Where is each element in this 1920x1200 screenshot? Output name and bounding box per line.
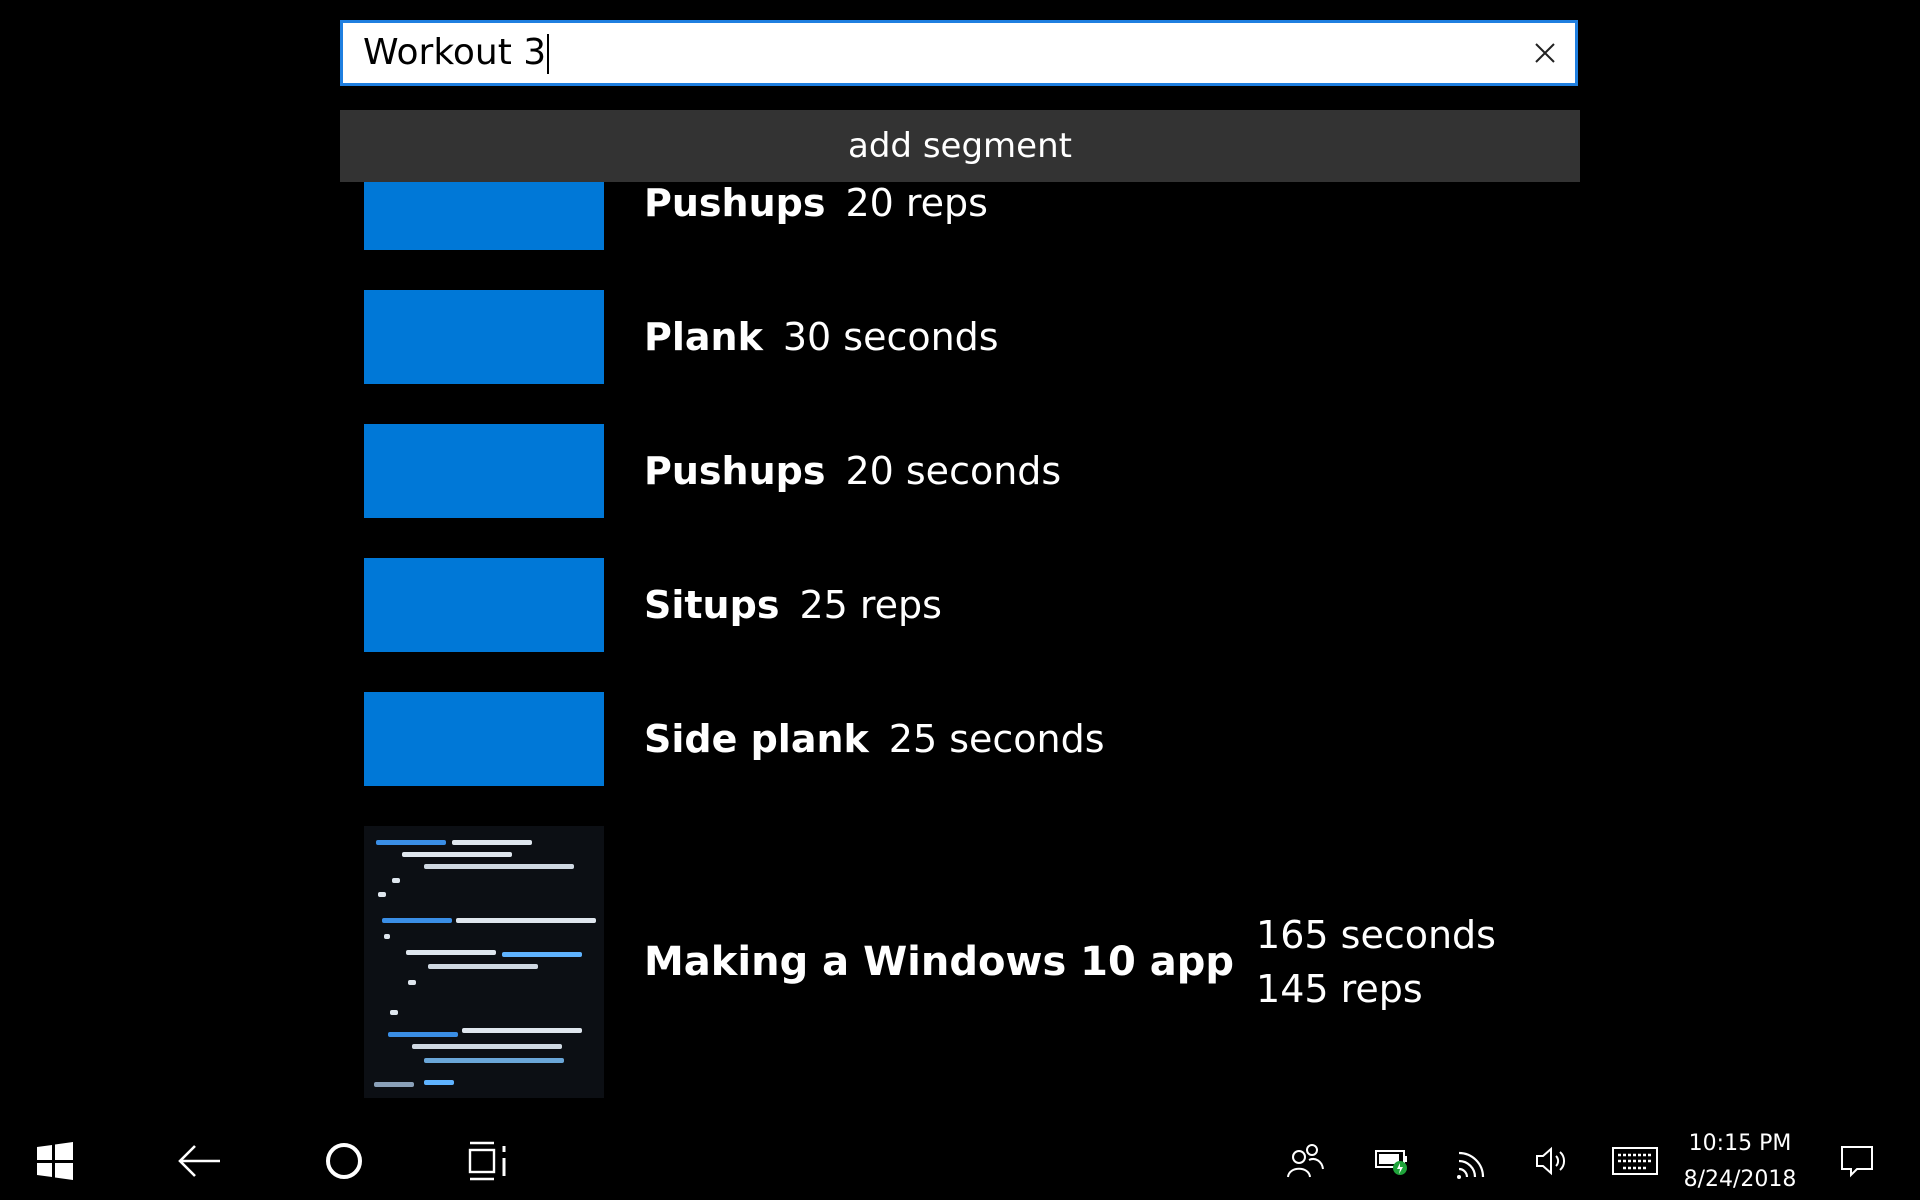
cortana-icon [326, 1143, 362, 1179]
segment-list[interactable]: Pushups 20 reps Plank 30 seconds Pushups 20… [0, 182, 1920, 1122]
segment-name: Pushups [644, 449, 826, 493]
segment-thumbnail [364, 558, 604, 652]
volume-button[interactable] [1518, 1122, 1588, 1200]
segment-thumbnail [364, 290, 604, 384]
wifi-button[interactable] [1440, 1122, 1510, 1200]
close-icon [1535, 43, 1555, 63]
code-photo-thumbnail [364, 826, 604, 1098]
segment-text: Pushups 20 seconds [644, 449, 1061, 493]
list-item[interactable]: Situps 25 reps [364, 558, 942, 652]
cortana-button[interactable] [309, 1122, 379, 1200]
taskbar: 10:15 PM 8/24/2018 [0, 1122, 1920, 1200]
windows-start-icon [37, 1142, 73, 1180]
segment-thumbnail [364, 424, 604, 518]
clock-date: 8/24/2018 [1683, 1167, 1797, 1192]
back-arrow-icon [178, 1145, 220, 1177]
back-button[interactable] [165, 1122, 235, 1200]
segment-detail: 20 seconds [845, 449, 1062, 493]
start-button[interactable] [20, 1122, 90, 1200]
segment-text: Pushups 20 reps [644, 182, 988, 225]
list-item[interactable]: Pushups 20 seconds [364, 424, 1061, 518]
volume-icon [1536, 1146, 1566, 1176]
add-segment-button[interactable]: add segment [340, 110, 1580, 182]
segment-thumbnail [364, 692, 604, 786]
segment-name: Plank [644, 315, 763, 359]
workout-name-input[interactable]: Workout 3 [363, 23, 550, 83]
touch-keyboard-button[interactable] [1600, 1122, 1670, 1200]
list-item[interactable]: Plank 30 seconds [364, 290, 999, 384]
battery-icon [1375, 1150, 1407, 1175]
text-caret [547, 34, 550, 74]
keyboard-icon [1612, 1147, 1658, 1175]
list-item[interactable]: Side plank 25 seconds [364, 692, 1105, 786]
workout-name-field[interactable]: Workout 3 [340, 20, 1578, 86]
workout-summary-item[interactable]: Making a Windows 10 app 165 seconds 145 … [364, 826, 1496, 1098]
segment-text: Plank 30 seconds [644, 315, 999, 359]
segment-name: Side plank [644, 717, 869, 761]
segment-text: Situps 25 reps [644, 583, 942, 627]
clock[interactable]: 10:15 PM 8/24/2018 [1680, 1126, 1800, 1198]
segment-text: Side plank 25 seconds [644, 717, 1105, 761]
list-item[interactable]: Pushups 20 reps [364, 182, 988, 250]
action-center-icon [1841, 1146, 1873, 1178]
segment-detail: 25 seconds [888, 717, 1105, 761]
clock-time: 10:15 PM [1688, 1131, 1792, 1156]
wifi-icon [1457, 1151, 1485, 1179]
task-view-icon [468, 1141, 506, 1181]
people-button[interactable] [1270, 1122, 1340, 1200]
workout-stats: 165 seconds 145 reps [1256, 908, 1496, 1016]
battery-button[interactable] [1358, 1122, 1428, 1200]
workout-seconds: 165 seconds [1256, 913, 1496, 957]
segment-name: Pushups [644, 182, 826, 225]
people-icon [1287, 1144, 1324, 1178]
workout-reps: 145 reps [1256, 967, 1423, 1011]
workout-name-value: Workout 3 [363, 32, 547, 73]
task-view-button[interactable] [453, 1122, 523, 1200]
segment-name: Situps [644, 583, 780, 627]
workout-title: Making a Windows 10 app [644, 939, 1235, 985]
segment-detail: 25 reps [799, 583, 942, 627]
segment-thumbnail [364, 182, 604, 250]
clear-button[interactable] [1527, 35, 1563, 71]
segment-detail: 30 seconds [782, 315, 999, 359]
app-window: Workout 3 add segment Pushups 20 reps Pla… [0, 0, 1920, 1122]
segment-detail: 20 reps [845, 182, 988, 225]
action-center-button[interactable] [1822, 1122, 1892, 1200]
